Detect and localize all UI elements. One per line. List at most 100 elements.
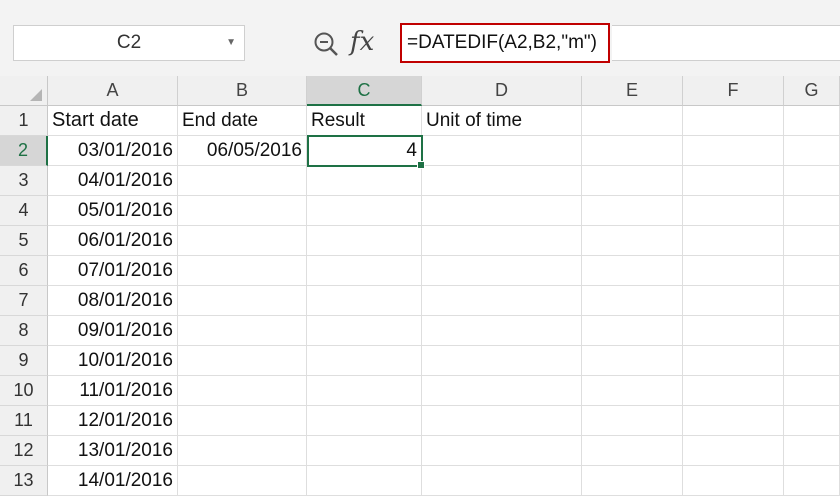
cell-b1[interactable]: End date: [178, 106, 307, 136]
chevron-down-icon[interactable]: ▼: [226, 37, 236, 48]
cell-d1[interactable]: Unit of time: [422, 106, 582, 136]
cell-a9[interactable]: 10/01/2016: [48, 346, 178, 376]
cell-b6[interactable]: [178, 256, 307, 286]
cell-b9[interactable]: [178, 346, 307, 376]
cell-f2[interactable]: [683, 136, 784, 166]
row-header-2[interactable]: 2: [0, 136, 48, 166]
cell-g8[interactable]: [784, 316, 840, 346]
cell-f7[interactable]: [683, 286, 784, 316]
row-header-6[interactable]: 6: [0, 256, 48, 286]
cell-f8[interactable]: [683, 316, 784, 346]
cell-a2[interactable]: 03/01/2016: [48, 136, 178, 166]
cell-b5[interactable]: [178, 226, 307, 256]
cell-e9[interactable]: [582, 346, 683, 376]
cell-a6[interactable]: 07/01/2016: [48, 256, 178, 286]
cell-f5[interactable]: [683, 226, 784, 256]
column-header-f[interactable]: F: [683, 76, 784, 106]
cell-b11[interactable]: [178, 406, 307, 436]
cell-d3[interactable]: [422, 166, 582, 196]
cell-e3[interactable]: [582, 166, 683, 196]
cell-g11[interactable]: [784, 406, 840, 436]
cell-b3[interactable]: [178, 166, 307, 196]
cell-f6[interactable]: [683, 256, 784, 286]
row-header-4[interactable]: 4: [0, 196, 48, 226]
cell-d11[interactable]: [422, 406, 582, 436]
cell-g4[interactable]: [784, 196, 840, 226]
cell-g7[interactable]: [784, 286, 840, 316]
formula-input[interactable]: =DATEDIF(A2,B2,"m"): [400, 23, 610, 63]
cell-g1[interactable]: [784, 106, 840, 136]
cell-b8[interactable]: [178, 316, 307, 346]
row-header-5[interactable]: 5: [0, 226, 48, 256]
cell-c8[interactable]: [307, 316, 422, 346]
cell-f9[interactable]: [683, 346, 784, 376]
column-header-c[interactable]: C: [307, 76, 422, 106]
cell-c11[interactable]: [307, 406, 422, 436]
column-header-d[interactable]: D: [422, 76, 582, 106]
cell-a1[interactable]: Start date: [48, 106, 178, 136]
cell-e5[interactable]: [582, 226, 683, 256]
cell-b4[interactable]: [178, 196, 307, 226]
cell-f3[interactable]: [683, 166, 784, 196]
cell-e6[interactable]: [582, 256, 683, 286]
cell-g6[interactable]: [784, 256, 840, 286]
row-header-12[interactable]: 12: [0, 436, 48, 466]
cell-a11[interactable]: 12/01/2016: [48, 406, 178, 436]
cell-g9[interactable]: [784, 346, 840, 376]
cell-g10[interactable]: [784, 376, 840, 406]
row-header-7[interactable]: 7: [0, 286, 48, 316]
select-all-corner[interactable]: [0, 76, 48, 106]
cell-b12[interactable]: [178, 436, 307, 466]
cell-a5[interactable]: 06/01/2016: [48, 226, 178, 256]
column-header-a[interactable]: A: [48, 76, 178, 106]
cell-f11[interactable]: [683, 406, 784, 436]
cell-b10[interactable]: [178, 376, 307, 406]
cell-b13[interactable]: [178, 466, 307, 496]
cell-a3[interactable]: 04/01/2016: [48, 166, 178, 196]
cell-c9[interactable]: [307, 346, 422, 376]
cell-c4[interactable]: [307, 196, 422, 226]
formula-input-extension[interactable]: [612, 25, 840, 61]
cell-a13[interactable]: 14/01/2016: [48, 466, 178, 496]
cell-c6[interactable]: [307, 256, 422, 286]
cell-f1[interactable]: [683, 106, 784, 136]
column-header-g[interactable]: G: [784, 76, 840, 106]
cell-g12[interactable]: [784, 436, 840, 466]
cell-f10[interactable]: [683, 376, 784, 406]
cell-d9[interactable]: [422, 346, 582, 376]
cell-g5[interactable]: [784, 226, 840, 256]
cell-c13[interactable]: [307, 466, 422, 496]
cell-e12[interactable]: [582, 436, 683, 466]
row-header-3[interactable]: 3: [0, 166, 48, 196]
cell-a10[interactable]: 11/01/2016: [48, 376, 178, 406]
cell-a12[interactable]: 13/01/2016: [48, 436, 178, 466]
row-header-9[interactable]: 9: [0, 346, 48, 376]
column-header-b[interactable]: B: [178, 76, 307, 106]
cell-e13[interactable]: [582, 466, 683, 496]
cell-b7[interactable]: [178, 286, 307, 316]
cell-e11[interactable]: [582, 406, 683, 436]
row-header-13[interactable]: 13: [0, 466, 48, 496]
cell-d4[interactable]: [422, 196, 582, 226]
zoom-icon[interactable]: [313, 31, 339, 57]
cell-c10[interactable]: [307, 376, 422, 406]
cell-f12[interactable]: [683, 436, 784, 466]
cell-e10[interactable]: [582, 376, 683, 406]
column-header-e[interactable]: E: [582, 76, 683, 106]
cell-c2[interactable]: 4: [307, 136, 422, 166]
cell-d13[interactable]: [422, 466, 582, 496]
cell-d8[interactable]: [422, 316, 582, 346]
cell-e8[interactable]: [582, 316, 683, 346]
cell-a7[interactable]: 08/01/2016: [48, 286, 178, 316]
cell-g3[interactable]: [784, 166, 840, 196]
row-header-8[interactable]: 8: [0, 316, 48, 346]
cell-c12[interactable]: [307, 436, 422, 466]
cell-f4[interactable]: [683, 196, 784, 226]
row-header-10[interactable]: 10: [0, 376, 48, 406]
cell-e4[interactable]: [582, 196, 683, 226]
cell-a4[interactable]: 05/01/2016: [48, 196, 178, 226]
function-fx-icon[interactable]: fx: [350, 27, 374, 57]
cell-e1[interactable]: [582, 106, 683, 136]
cell-e7[interactable]: [582, 286, 683, 316]
cell-c3[interactable]: [307, 166, 422, 196]
